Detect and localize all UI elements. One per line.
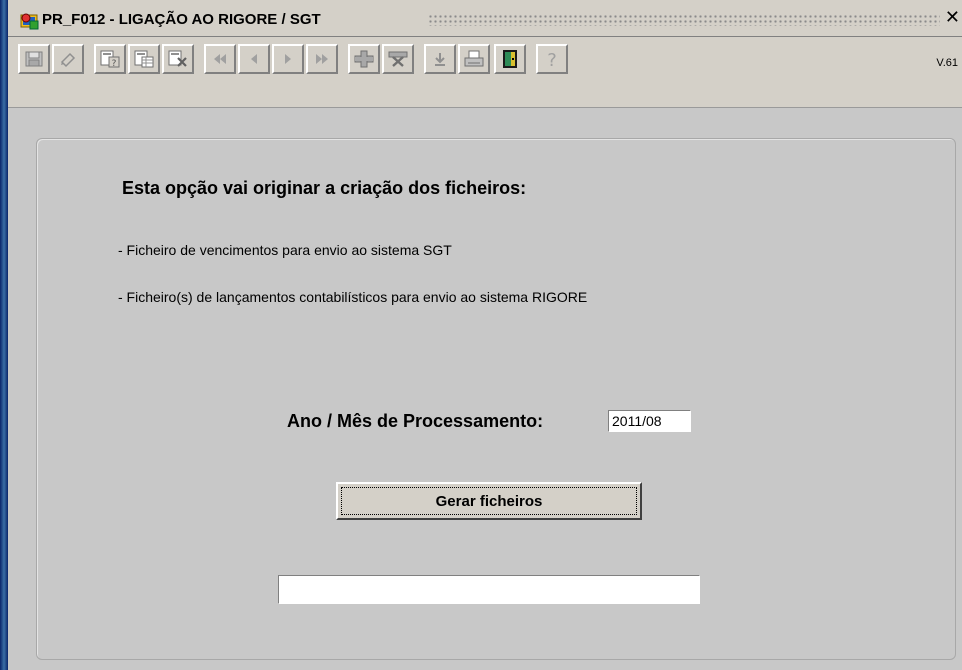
close-icon[interactable]: ✕ — [945, 9, 960, 27]
first-record-button[interactable] — [204, 44, 236, 74]
help-icon: ? — [547, 50, 557, 69]
svg-text:?: ? — [112, 59, 117, 69]
insert-record-icon — [354, 50, 374, 68]
exit-button[interactable] — [494, 44, 526, 74]
download-button[interactable] — [424, 44, 456, 74]
print-button[interactable] — [458, 44, 490, 74]
title-bar[interactable]: PR_F012 - LIGAÇÃO AO RIGORE / SGT ✕ — [8, 0, 962, 37]
app-icon — [20, 12, 40, 30]
toolbar: ? ? V.61 — [8, 37, 962, 108]
print-icon — [464, 50, 484, 67]
generate-files-button[interactable]: Gerar ficheiros — [336, 482, 642, 520]
execute-query-button[interactable] — [128, 44, 160, 74]
previous-record-icon — [251, 54, 257, 64]
delete-record-button[interactable] — [382, 44, 414, 74]
next-record-button[interactable] — [272, 44, 304, 74]
execute-query-icon — [134, 50, 154, 68]
last-record-button[interactable] — [306, 44, 338, 74]
undo-icon — [60, 52, 76, 68]
first-record-icon — [214, 54, 226, 64]
version-label: V.61 — [936, 57, 958, 69]
exit-door-icon — [503, 50, 517, 68]
window-title: PR_F012 - LIGAÇÃO AO RIGORE / SGT — [42, 11, 321, 28]
last-record-icon — [316, 54, 328, 64]
cancel-query-button[interactable] — [162, 44, 194, 74]
processing-period-label: Ano / Mês de Processamento: — [287, 411, 544, 431]
help-button[interactable]: ? — [536, 44, 568, 74]
next-record-icon — [285, 54, 291, 64]
query-icon: ? — [100, 50, 120, 69]
status-field[interactable] — [278, 575, 700, 604]
instructions-heading: Esta opção vai originar a criação dos fi… — [122, 178, 527, 198]
title-bar-grip — [428, 14, 940, 26]
delete-record-icon — [388, 51, 408, 67]
download-icon — [435, 53, 445, 66]
info-line-rigore: - Ficheiro(s) de lançamentos contabilíst… — [118, 289, 588, 305]
info-line-sgt: - Ficheiro de vencimentos para envio ao … — [118, 242, 452, 258]
processing-period-input[interactable] — [608, 410, 691, 432]
svg-text:?: ? — [547, 50, 557, 69]
save-button[interactable] — [18, 44, 50, 74]
generate-files-label: Gerar ficheiros — [341, 487, 637, 515]
previous-record-button[interactable] — [238, 44, 270, 74]
insert-record-button[interactable] — [348, 44, 380, 74]
cancel-query-icon — [168, 50, 187, 67]
window-frame — [0, 0, 8, 670]
query-button[interactable]: ? — [94, 44, 126, 74]
save-icon — [25, 51, 43, 67]
undo-button[interactable] — [52, 44, 84, 74]
